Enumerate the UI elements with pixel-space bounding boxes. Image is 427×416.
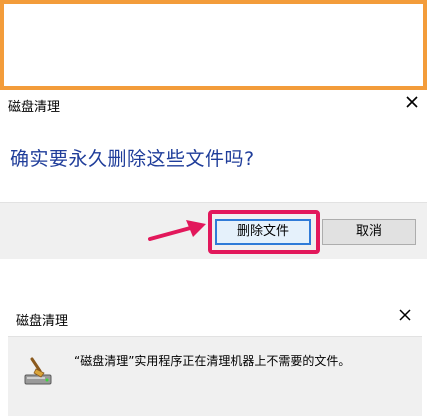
confirm-question: 确实要永久删除这些文件吗? — [10, 148, 255, 170]
cleanup-status-message: “磁盘清理”实用程序正在清理机器上不需要的文件。 — [74, 354, 351, 368]
cancel-button[interactable]: 取消 — [322, 219, 416, 245]
dialog-title: 磁盘清理 — [16, 314, 69, 329]
pointer-arrow-icon — [148, 220, 206, 241]
orange-frame-right — [423, 0, 427, 90]
close-icon[interactable] — [400, 90, 424, 114]
cleanup-progress-dialog: 磁盘清理 “磁盘清理”实用程序正在清理机器上不需要的文件。 — [8, 304, 422, 416]
delete-files-button[interactable]: 删除文件 — [215, 219, 311, 245]
close-icon[interactable] — [394, 304, 416, 326]
delete-confirm-dialog: 磁盘清理 确实要永久删除这些文件吗? 删除文件 取消 — [0, 90, 427, 262]
dialog-button-bar: 删除文件 取消 — [0, 202, 427, 259]
orange-frame-top — [0, 0, 427, 4]
dialog-body: “磁盘清理”实用程序正在清理机器上不需要的文件。 — [8, 336, 422, 416]
orange-frame-left — [0, 0, 4, 90]
disk-cleanup-icon — [24, 357, 52, 385]
dialog-title: 磁盘清理 — [8, 100, 61, 115]
